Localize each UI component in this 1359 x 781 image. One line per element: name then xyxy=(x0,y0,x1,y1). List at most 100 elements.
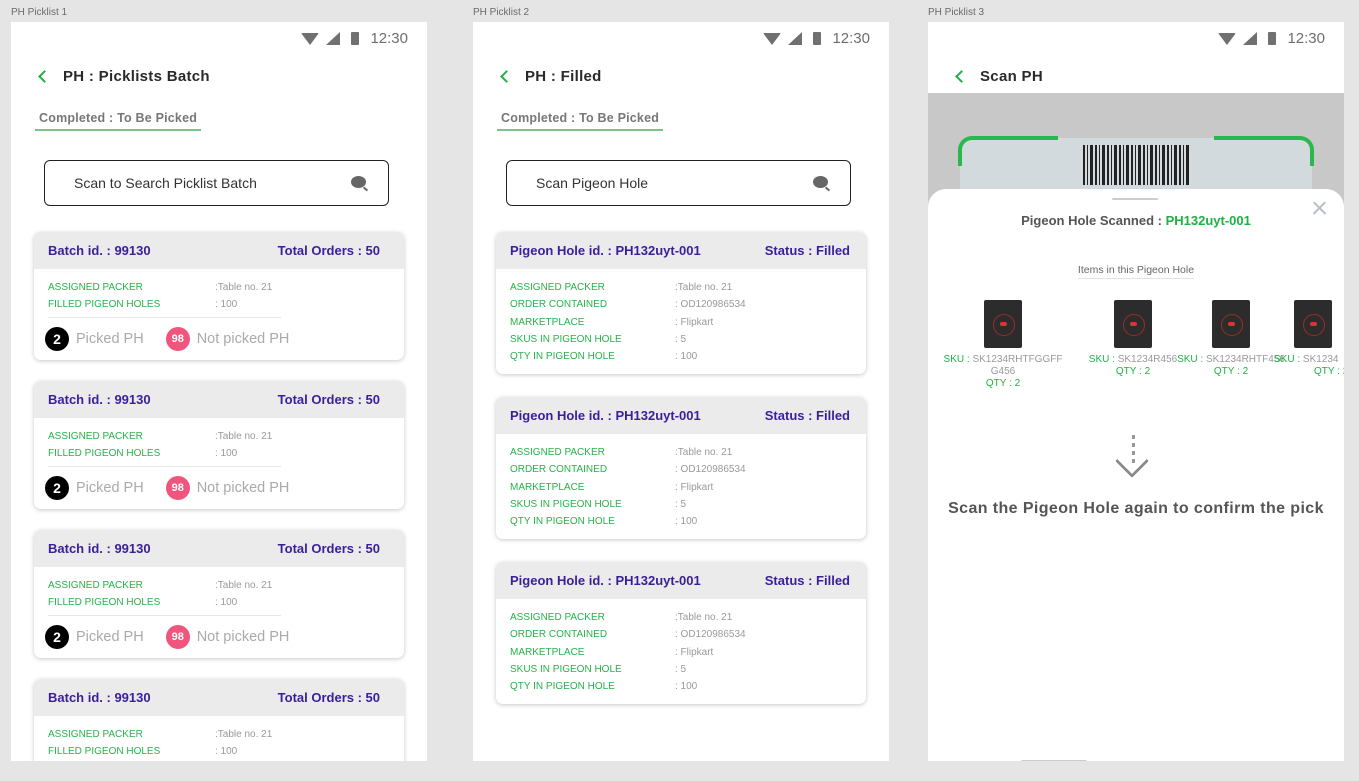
field-value: : 100 xyxy=(215,597,238,609)
field-label: ASSIGNED PACKER xyxy=(48,729,143,740)
sheet-handle[interactable] xyxy=(1112,198,1158,200)
scan-corner xyxy=(1214,136,1314,166)
field-label: MARKETPLACE xyxy=(510,481,585,493)
picked-label: Picked PH xyxy=(76,629,144,646)
page-title: PH : Filled xyxy=(525,68,602,85)
field-value: : 100 xyxy=(215,448,238,460)
scan-ph-screen: 12:30 Scan PH Pigeon Hole Scanned : PH13… xyxy=(928,22,1344,761)
total-orders: Total Orders : 50 xyxy=(277,243,380,258)
field-label: QTY IN PIGEON HOLE xyxy=(510,516,615,528)
field-label: QTY IN PIGEON HOLE xyxy=(510,681,615,693)
page-title: Scan PH xyxy=(980,68,1043,85)
not-picked-count-badge: 98 xyxy=(165,476,190,501)
total-orders: Total Orders : 50 xyxy=(277,392,380,407)
pigeon-hole-card[interactable]: Pigeon Hole id. : PH132uyt-001 Status : … xyxy=(496,232,866,375)
field-value: :Table no. 21 xyxy=(215,580,273,591)
field-label: SKUS IN PIGEON HOLE xyxy=(510,333,622,345)
batch-card[interactable]: Batch id. : 99130 Total Orders : 50 ASSI… xyxy=(34,679,404,761)
tab-completed-to-be-picked[interactable]: Completed : To Be Picked xyxy=(35,111,202,131)
product-thumbnail xyxy=(984,300,1022,348)
pick-summary: 2 Picked PH 98 Not picked PH xyxy=(45,467,390,509)
scanned-label: Pigeon Hole Scanned : xyxy=(1021,213,1166,228)
sku-item[interactable]: SKU : SK1234 QTY : 2 xyxy=(1274,300,1344,378)
items-title-text: Items in this Pigeon Hole xyxy=(1077,264,1195,279)
search-placeholder: Scan to Search Picklist Batch xyxy=(74,175,257,191)
sku-label: SKU : xyxy=(1177,354,1206,365)
not-picked-label: Not picked PH xyxy=(196,480,290,497)
battery-icon xyxy=(1268,32,1277,45)
frame-label: PH Picklist 2 xyxy=(473,7,530,18)
field-value: : Flipkart xyxy=(675,646,714,658)
sku-label: SKU : xyxy=(1088,354,1118,365)
field-label: ASSIGNED PACKER xyxy=(510,447,605,458)
status-bar: 12:30 xyxy=(301,30,408,47)
field-value: : OD120986534 xyxy=(675,299,746,311)
search-input[interactable]: Scan Pigeon Hole xyxy=(506,160,851,206)
app-header: Scan PH xyxy=(954,68,1043,85)
search-input[interactable]: Scan to Search Picklist Batch xyxy=(44,160,389,206)
pigeon-hole-card[interactable]: Pigeon Hole id. : PH132uyt-001 Status : … xyxy=(496,562,866,705)
field-value: : 5 xyxy=(675,498,687,510)
field-label: ASSIGNED PACKER xyxy=(510,282,605,293)
field-value: :Table no. 21 xyxy=(215,729,273,740)
batch-id: Batch id. : 99130 xyxy=(48,392,151,407)
picked-label: Picked PH xyxy=(76,331,144,348)
field-label: ASSIGNED PACKER xyxy=(48,580,143,591)
card-header: Batch id. : 99130 Total Orders : 50 xyxy=(34,679,404,716)
field-value: :Table no. 21 xyxy=(675,282,733,293)
wifi-icon xyxy=(301,32,320,45)
product-thumbnail xyxy=(1212,300,1250,348)
back-arrow-icon[interactable] xyxy=(500,70,513,83)
batch-card[interactable]: Batch id. : 99130 Total Orders : 50 ASSI… xyxy=(34,381,404,509)
filled-pigeon-holes-screen: 12:30 PH : Filled Completed : To Be Pick… xyxy=(473,22,889,761)
search-icon[interactable] xyxy=(351,176,366,188)
card-header: Batch id. : 99130 Total Orders : 50 xyxy=(34,530,404,567)
status-badge: Status : Filled xyxy=(764,573,850,588)
pigeon-hole-id: Pigeon Hole id. : PH132uyt-001 xyxy=(510,243,701,258)
picked-count-badge: 2 xyxy=(45,327,69,352)
pigeon-hole-card[interactable]: Pigeon Hole id. : PH132uyt-001 Status : … xyxy=(496,397,866,540)
picked-count-badge: 2 xyxy=(45,476,69,501)
sku-value: SK1234RHTFGGFF G456 xyxy=(972,354,1063,377)
back-arrow-icon[interactable] xyxy=(955,70,968,83)
total-orders: Total Orders : 50 xyxy=(277,690,380,705)
sku-item[interactable]: SKU : SK1234RHTFGGFF G456 QTY : 2 xyxy=(941,300,1065,390)
confirm-instruction: Scan the Pigeon Hole again to confirm th… xyxy=(948,500,1324,517)
batch-id: Batch id. : 99130 xyxy=(48,690,151,705)
product-thumbnail xyxy=(1114,300,1152,348)
app-header: PH : Filled xyxy=(499,68,602,85)
not-picked-count-badge: 98 xyxy=(165,625,190,650)
batch-card[interactable]: Batch id. : 99130 Total Orders : 50 ASSI… xyxy=(34,530,404,658)
field-value: :Table no. 21 xyxy=(675,447,733,458)
sku-value: SK1234 xyxy=(1302,354,1339,365)
back-arrow-icon[interactable] xyxy=(38,70,51,83)
sku-label: SKU : xyxy=(943,354,973,365)
search-icon[interactable] xyxy=(813,176,828,188)
field-label: QTY IN PIGEON HOLE xyxy=(510,351,615,363)
items-section-title: Items in this Pigeon Hole xyxy=(928,264,1344,279)
field-value: : OD120986534 xyxy=(675,464,746,476)
pigeon-hole-id: Pigeon Hole id. : PH132uyt-001 xyxy=(510,573,701,588)
field-label: MARKETPLACE xyxy=(510,646,585,658)
signal-icon xyxy=(1243,32,1258,45)
field-label: FILLED PIGEON HOLES xyxy=(48,448,161,460)
card-header: Pigeon Hole id. : PH132uyt-001 Status : … xyxy=(496,397,866,434)
home-indicator xyxy=(1021,760,1087,761)
status-time: 12:30 xyxy=(1287,30,1325,47)
qty: QTY : 2 xyxy=(1314,366,1344,377)
bottom-sheet: Pigeon Hole Scanned : PH132uyt-001 Items… xyxy=(928,189,1344,761)
scanned-message: Pigeon Hole Scanned : PH132uyt-001 xyxy=(928,213,1344,228)
field-label: ASSIGNED PACKER xyxy=(48,282,143,293)
batch-card[interactable]: Batch id. : 99130 Total Orders : 50 ASSI… xyxy=(34,232,404,360)
pick-summary: 2 Picked PH 98 Not picked PH xyxy=(45,318,390,360)
field-value: :Table no. 21 xyxy=(675,612,733,623)
field-value: : 5 xyxy=(675,333,687,345)
tab-completed-to-be-picked[interactable]: Completed : To Be Picked xyxy=(497,111,664,131)
field-label: ASSIGNED PACKER xyxy=(510,612,605,623)
pigeon-hole-id: Pigeon Hole id. : PH132uyt-001 xyxy=(510,408,701,423)
wifi-icon xyxy=(1218,32,1237,45)
field-label: FILLED PIGEON HOLES xyxy=(48,299,161,311)
picklist-batch-screen: 12:30 PH : Picklists Batch Completed : T… xyxy=(11,22,427,761)
field-label: MARKETPLACE xyxy=(510,316,585,328)
qty: QTY : 2 xyxy=(1115,366,1151,377)
